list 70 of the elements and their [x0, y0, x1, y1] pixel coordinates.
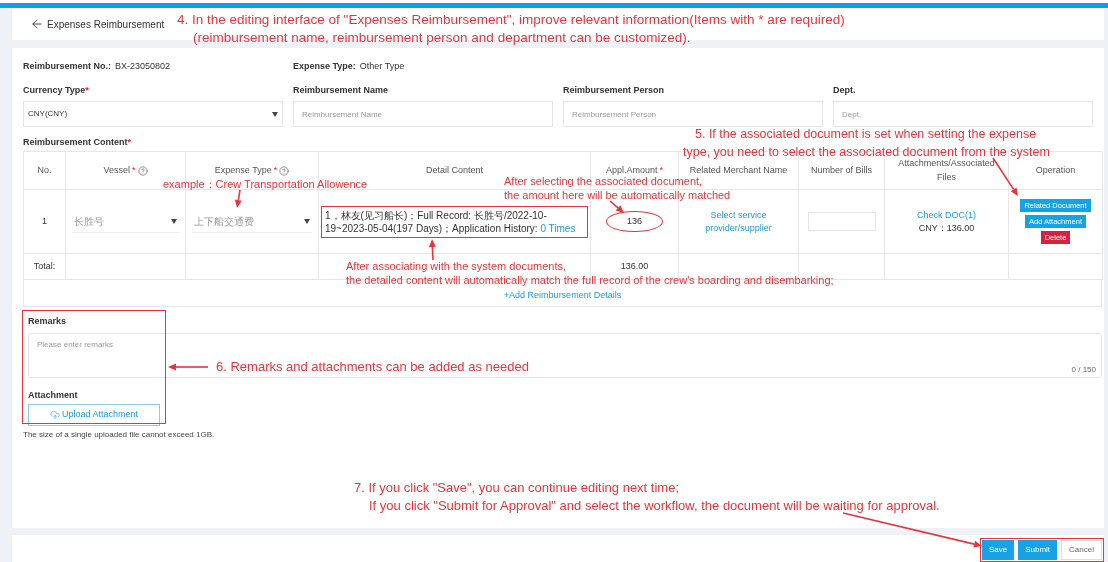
annotation-text: 6. Remarks and attachments can be added as needed: [216, 359, 529, 375]
column-header: Vessel: [103, 163, 130, 177]
caret-icon: [272, 111, 278, 117]
annotation-text: 7. If you click "Save", you can continue editing next time;: [354, 479, 679, 497]
section-label: Reimbursement Content: [23, 136, 128, 150]
arrow: [609, 200, 624, 213]
annotation-text: After associating with the system documents,: [346, 259, 567, 273]
field-label: Reimbursement Person: [563, 84, 665, 98]
total-amount: 136.00: [620, 259, 649, 273]
attachment-amount: CNY：136.00: [918, 221, 975, 235]
column-header: Operation: [1035, 163, 1076, 177]
currency-select[interactable]: CNY(CNY): [23, 101, 283, 127]
required-mark: *: [132, 163, 136, 177]
footer-button[interactable]: Cancel: [1061, 540, 1102, 560]
text-field[interactable]: Dept.: [833, 101, 1093, 127]
footer-button[interactable]: Submit: [1018, 540, 1058, 560]
detail-text: 1，林友(见习船长)；Full Record: 长胜号/2022-10-19~2023-05-04(197 Days)；Application History: 0 Times: [321, 205, 588, 238]
caret-icon: [171, 218, 177, 224]
required-mark: *: [127, 136, 132, 150]
required-mark: *: [273, 163, 278, 177]
history-link[interactable]: 0 Times: [540, 222, 576, 234]
bills-field[interactable]: [807, 212, 876, 231]
select-field[interactable]: 上下船交通费: [192, 210, 312, 233]
column-header: Detail Content: [425, 163, 483, 177]
annotation-text: the amount here will be automatically matched: [504, 188, 731, 202]
total-label: Total:: [33, 259, 56, 273]
upload-button[interactable]: Upload Attachment: [28, 404, 160, 426]
text-field[interactable]: Reimbursement Person: [563, 101, 823, 127]
annotation-text: 4. In the editing interface of "Expenses Reimbursement", improve relevant information(Items with * are required): [177, 11, 845, 29]
annotation-text: If you click "Submit for Approval" and select the workflow, the document will be waiting for approval.: [368, 497, 940, 515]
page-title: Expenses Reimbursement: [47, 17, 165, 32]
footer-button[interactable]: Save: [981, 540, 1015, 560]
field-label: Currency Type: [23, 84, 86, 98]
add-details-link[interactable]: +Add Reimbursement Details: [503, 288, 622, 302]
column-header: Appl.Amount: [605, 163, 658, 177]
merchant-link[interactable]: Select service provider/supplier: [689, 208, 788, 235]
required-mark: *: [659, 163, 663, 177]
annotation-text: the detailed content will automatically match the full record of the crew's boarding and disembarking;: [346, 273, 834, 287]
field-label: Reimbursement Name: [293, 84, 389, 98]
annotation-text: example：Crew Transportation Allowence: [163, 177, 368, 191]
info-value: Other Type: [359, 60, 405, 74]
column-header: No.: [37, 163, 52, 177]
remarks-label: Remarks: [28, 315, 68, 327]
attachment-label: Attachment: [28, 389, 79, 401]
annotation-text: type, you need to select the associated document from the system: [683, 144, 1050, 159]
arrow: [428, 239, 436, 261]
annotation-text: (reimbursement name, reimbursement person and department can be customized).: [192, 29, 691, 47]
character-counter: 0 / 150: [1071, 364, 1096, 376]
column-header: Related Merchant Name: [689, 163, 788, 177]
select-field[interactable]: 长胜号: [72, 210, 179, 233]
arrow: [234, 189, 242, 208]
column-header: Number of Bills: [811, 163, 872, 177]
info-value: BX-23050802: [115, 60, 171, 74]
help-icon[interactable]: [137, 165, 148, 176]
caret-icon: [304, 218, 310, 224]
annotation-text: After selecting the associated document,: [504, 175, 703, 188]
annotation-text: 5. If the associated document is set when setting the expense: [694, 126, 1037, 143]
arrow: [168, 363, 209, 371]
column-header: Expense Type: [214, 163, 272, 177]
column-header: Attachments/Associated Files: [897, 157, 996, 184]
row-number: 1: [42, 214, 47, 228]
upload-note: The size of a single uploaded file cannot exceed 1GB.: [23, 429, 216, 441]
required-mark: *: [85, 84, 89, 98]
info-label: Reimbursement No.:: [23, 60, 111, 74]
help-icon[interactable]: [279, 165, 290, 176]
field-label: Dept.: [833, 84, 856, 98]
info-label: Expense Type:: [293, 60, 356, 74]
text-field[interactable]: Reimbursement Name: [293, 101, 553, 127]
check-doc-link[interactable]: Check DOC(1): [917, 208, 976, 222]
upload-icon: [49, 410, 60, 420]
